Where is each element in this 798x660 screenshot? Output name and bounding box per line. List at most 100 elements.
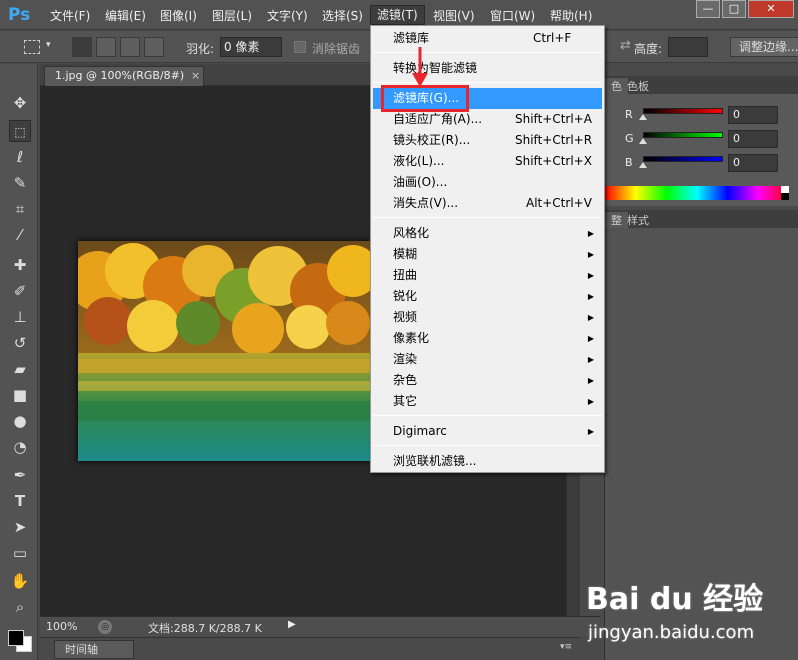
tab-swatches[interactable]: 色板 — [627, 78, 649, 94]
annotation-arrow-icon — [412, 47, 428, 87]
pen-icon[interactable]: ✒ — [9, 464, 31, 486]
feather-input[interactable]: 0 像素 — [220, 37, 282, 57]
menu-item-liquify[interactable]: 液化(L)... Shift+Ctrl+X — [373, 151, 602, 172]
adjustments-panel-tabs: 整 样式 — [605, 210, 798, 228]
swap-icon[interactable]: ⇄ — [620, 38, 631, 53]
menu-item-noise[interactable]: 杂色 ▶ — [373, 370, 602, 391]
document-tab[interactable]: 1.jpg @ 100%(RGB/8#) × — [44, 66, 204, 86]
add-selection-icon[interactable] — [96, 37, 116, 57]
crop-icon[interactable]: ⌗ — [9, 198, 31, 220]
blue-slider-thumb[interactable] — [639, 162, 647, 168]
adjust-edge-button[interactable]: 调整边缘... — [730, 37, 798, 57]
intersect-selection-icon[interactable] — [144, 37, 164, 57]
menu-item-adaptive-wide-angle[interactable]: 自适应广角(A)... Shift+Ctrl+A — [373, 109, 602, 130]
status-menu-arrow-icon[interactable]: ▶ — [288, 619, 296, 630]
subtract-selection-icon[interactable] — [120, 37, 140, 57]
green-label: G — [625, 132, 634, 145]
marquee-icon[interactable]: ⬚ — [9, 120, 31, 142]
menu-select[interactable]: 选择(S) — [322, 7, 363, 25]
close-window-button[interactable]: ✕ — [748, 0, 794, 18]
path-select-icon[interactable]: ➤ — [9, 516, 31, 538]
shape-icon[interactable]: ▭ — [9, 542, 31, 564]
green-slider-thumb[interactable] — [639, 138, 647, 144]
menu-separator — [373, 82, 602, 83]
tab-color[interactable]: 色 — [605, 78, 628, 94]
autumn-lake-photo[interactable] — [78, 241, 370, 461]
menu-view[interactable]: 视图(V) — [433, 7, 475, 25]
zoom-icon[interactable]: ⌕ — [9, 596, 31, 618]
status-info-icon[interactable]: ◎ — [98, 620, 112, 634]
menu-item-lens-correction[interactable]: 镜头校正(R)... Shift+Ctrl+R — [373, 130, 602, 151]
menu-type[interactable]: 文字(Y) — [267, 7, 308, 25]
healing-icon[interactable]: ✚ — [9, 254, 31, 276]
brush-icon[interactable]: ✐ — [9, 280, 31, 302]
menu-item-other[interactable]: 其它 ▶ — [373, 391, 602, 412]
menu-item-last-filter[interactable]: 滤镜库 Ctrl+F — [373, 28, 602, 49]
preset-dropdown-icon[interactable]: ▾ — [46, 40, 51, 50]
submenu-arrow-icon: ▶ — [587, 376, 594, 385]
gradient-icon[interactable]: ■ — [9, 384, 31, 406]
feather-label: 羽化: — [186, 42, 215, 56]
quick-select-icon[interactable]: ✎ — [9, 172, 31, 194]
menu-item-stylize[interactable]: 风格化 ▶ — [373, 223, 602, 244]
tab-adjustments[interactable]: 整 — [605, 212, 628, 228]
eyedropper-icon[interactable]: ⁄ — [9, 224, 31, 246]
blue-label: B — [625, 156, 633, 169]
stamp-icon[interactable]: ⊥ — [9, 306, 31, 328]
filter-dropdown-menu: 滤镜库 Ctrl+F 转换为智能滤镜 滤镜库(G)... 自适应广角(A)...… — [370, 25, 605, 473]
minimize-button[interactable]: — — [696, 0, 720, 18]
menu-item-oil-paint[interactable]: 油画(O)... — [373, 172, 602, 193]
status-bar: 100% ◎ 文档:288.7 K/288.7 K ▶ — [40, 616, 600, 636]
watermark-url: jingyan.baidu.com — [588, 622, 755, 643]
menu-item-pixelate[interactable]: 像素化 ▶ — [373, 328, 602, 349]
menu-item-digimarc[interactable]: Digimarc ▶ — [373, 421, 602, 442]
hand-icon[interactable]: ✋ — [9, 570, 31, 592]
blue-value-input[interactable]: 0 — [728, 154, 778, 172]
antialias-checkbox[interactable] — [294, 41, 306, 53]
menu-file[interactable]: 文件(F) — [50, 7, 90, 25]
blur-icon[interactable]: ● — [9, 410, 31, 432]
submenu-arrow-icon: ▶ — [587, 229, 594, 238]
eraser-icon[interactable]: ▰ — [9, 358, 31, 380]
menu-image[interactable]: 图像(I) — [160, 7, 197, 25]
blue-slider[interactable] — [643, 156, 723, 162]
history-brush-icon[interactable]: ↺ — [9, 332, 31, 354]
tools-panel: ✥ ⬚ ℓ ✎ ⌗ ⁄ ✚ ✐ ⊥ ↺ ▰ ■ ● ◔ ✒ T ➤ ▭ ✋ ⌕ — [0, 64, 38, 660]
menu-edit[interactable]: 编辑(E) — [105, 7, 146, 25]
foreground-color-swatch[interactable] — [8, 630, 24, 646]
menu-item-browse-online-filters[interactable]: 浏览联机滤镜... — [373, 451, 602, 472]
lasso-icon[interactable]: ℓ — [9, 146, 31, 168]
dodge-icon[interactable]: ◔ — [9, 436, 31, 458]
menu-item-video[interactable]: 视频 ▶ — [373, 307, 602, 328]
color-spectrum-bar[interactable] — [605, 186, 789, 200]
menu-item-render[interactable]: 渲染 ▶ — [373, 349, 602, 370]
timeline-tab[interactable]: 时间轴 — [54, 640, 134, 659]
submenu-arrow-icon: ▶ — [587, 427, 594, 436]
menu-filter[interactable]: 滤镜(T) — [370, 5, 425, 25]
red-slider-thumb[interactable] — [639, 114, 647, 120]
red-slider[interactable] — [643, 108, 723, 114]
black-white-swatch[interactable] — [781, 186, 789, 200]
timeline-menu-icon[interactable]: ▾≡ — [560, 642, 572, 652]
marquee-preset-icon[interactable] — [24, 40, 40, 54]
menu-layer[interactable]: 图层(L) — [212, 7, 252, 25]
submenu-arrow-icon: ▶ — [587, 250, 594, 259]
menu-help[interactable]: 帮助(H) — [550, 7, 592, 25]
close-tab-icon[interactable]: × — [191, 67, 200, 85]
height-input[interactable] — [668, 37, 708, 57]
red-value-input[interactable]: 0 — [728, 106, 778, 124]
menu-item-blur[interactable]: 模糊 ▶ — [373, 244, 602, 265]
move-icon[interactable]: ✥ — [9, 92, 31, 114]
restore-button[interactable]: □ — [722, 0, 746, 18]
menu-item-sharpen[interactable]: 锐化 ▶ — [373, 286, 602, 307]
menu-window[interactable]: 窗口(W) — [490, 7, 535, 25]
menu-item-vanishing-point[interactable]: 消失点(V)... Alt+Ctrl+V — [373, 193, 602, 214]
zoom-level[interactable]: 100% — [46, 620, 77, 633]
menu-item-distort[interactable]: 扭曲 ▶ — [373, 265, 602, 286]
new-selection-icon[interactable] — [72, 37, 92, 57]
type-icon[interactable]: T — [9, 490, 31, 512]
green-value-input[interactable]: 0 — [728, 130, 778, 148]
tab-styles[interactable]: 样式 — [627, 212, 649, 228]
menu-item-convert-smart-filter[interactable]: 转换为智能滤镜 — [373, 58, 602, 79]
green-slider[interactable] — [643, 132, 723, 138]
